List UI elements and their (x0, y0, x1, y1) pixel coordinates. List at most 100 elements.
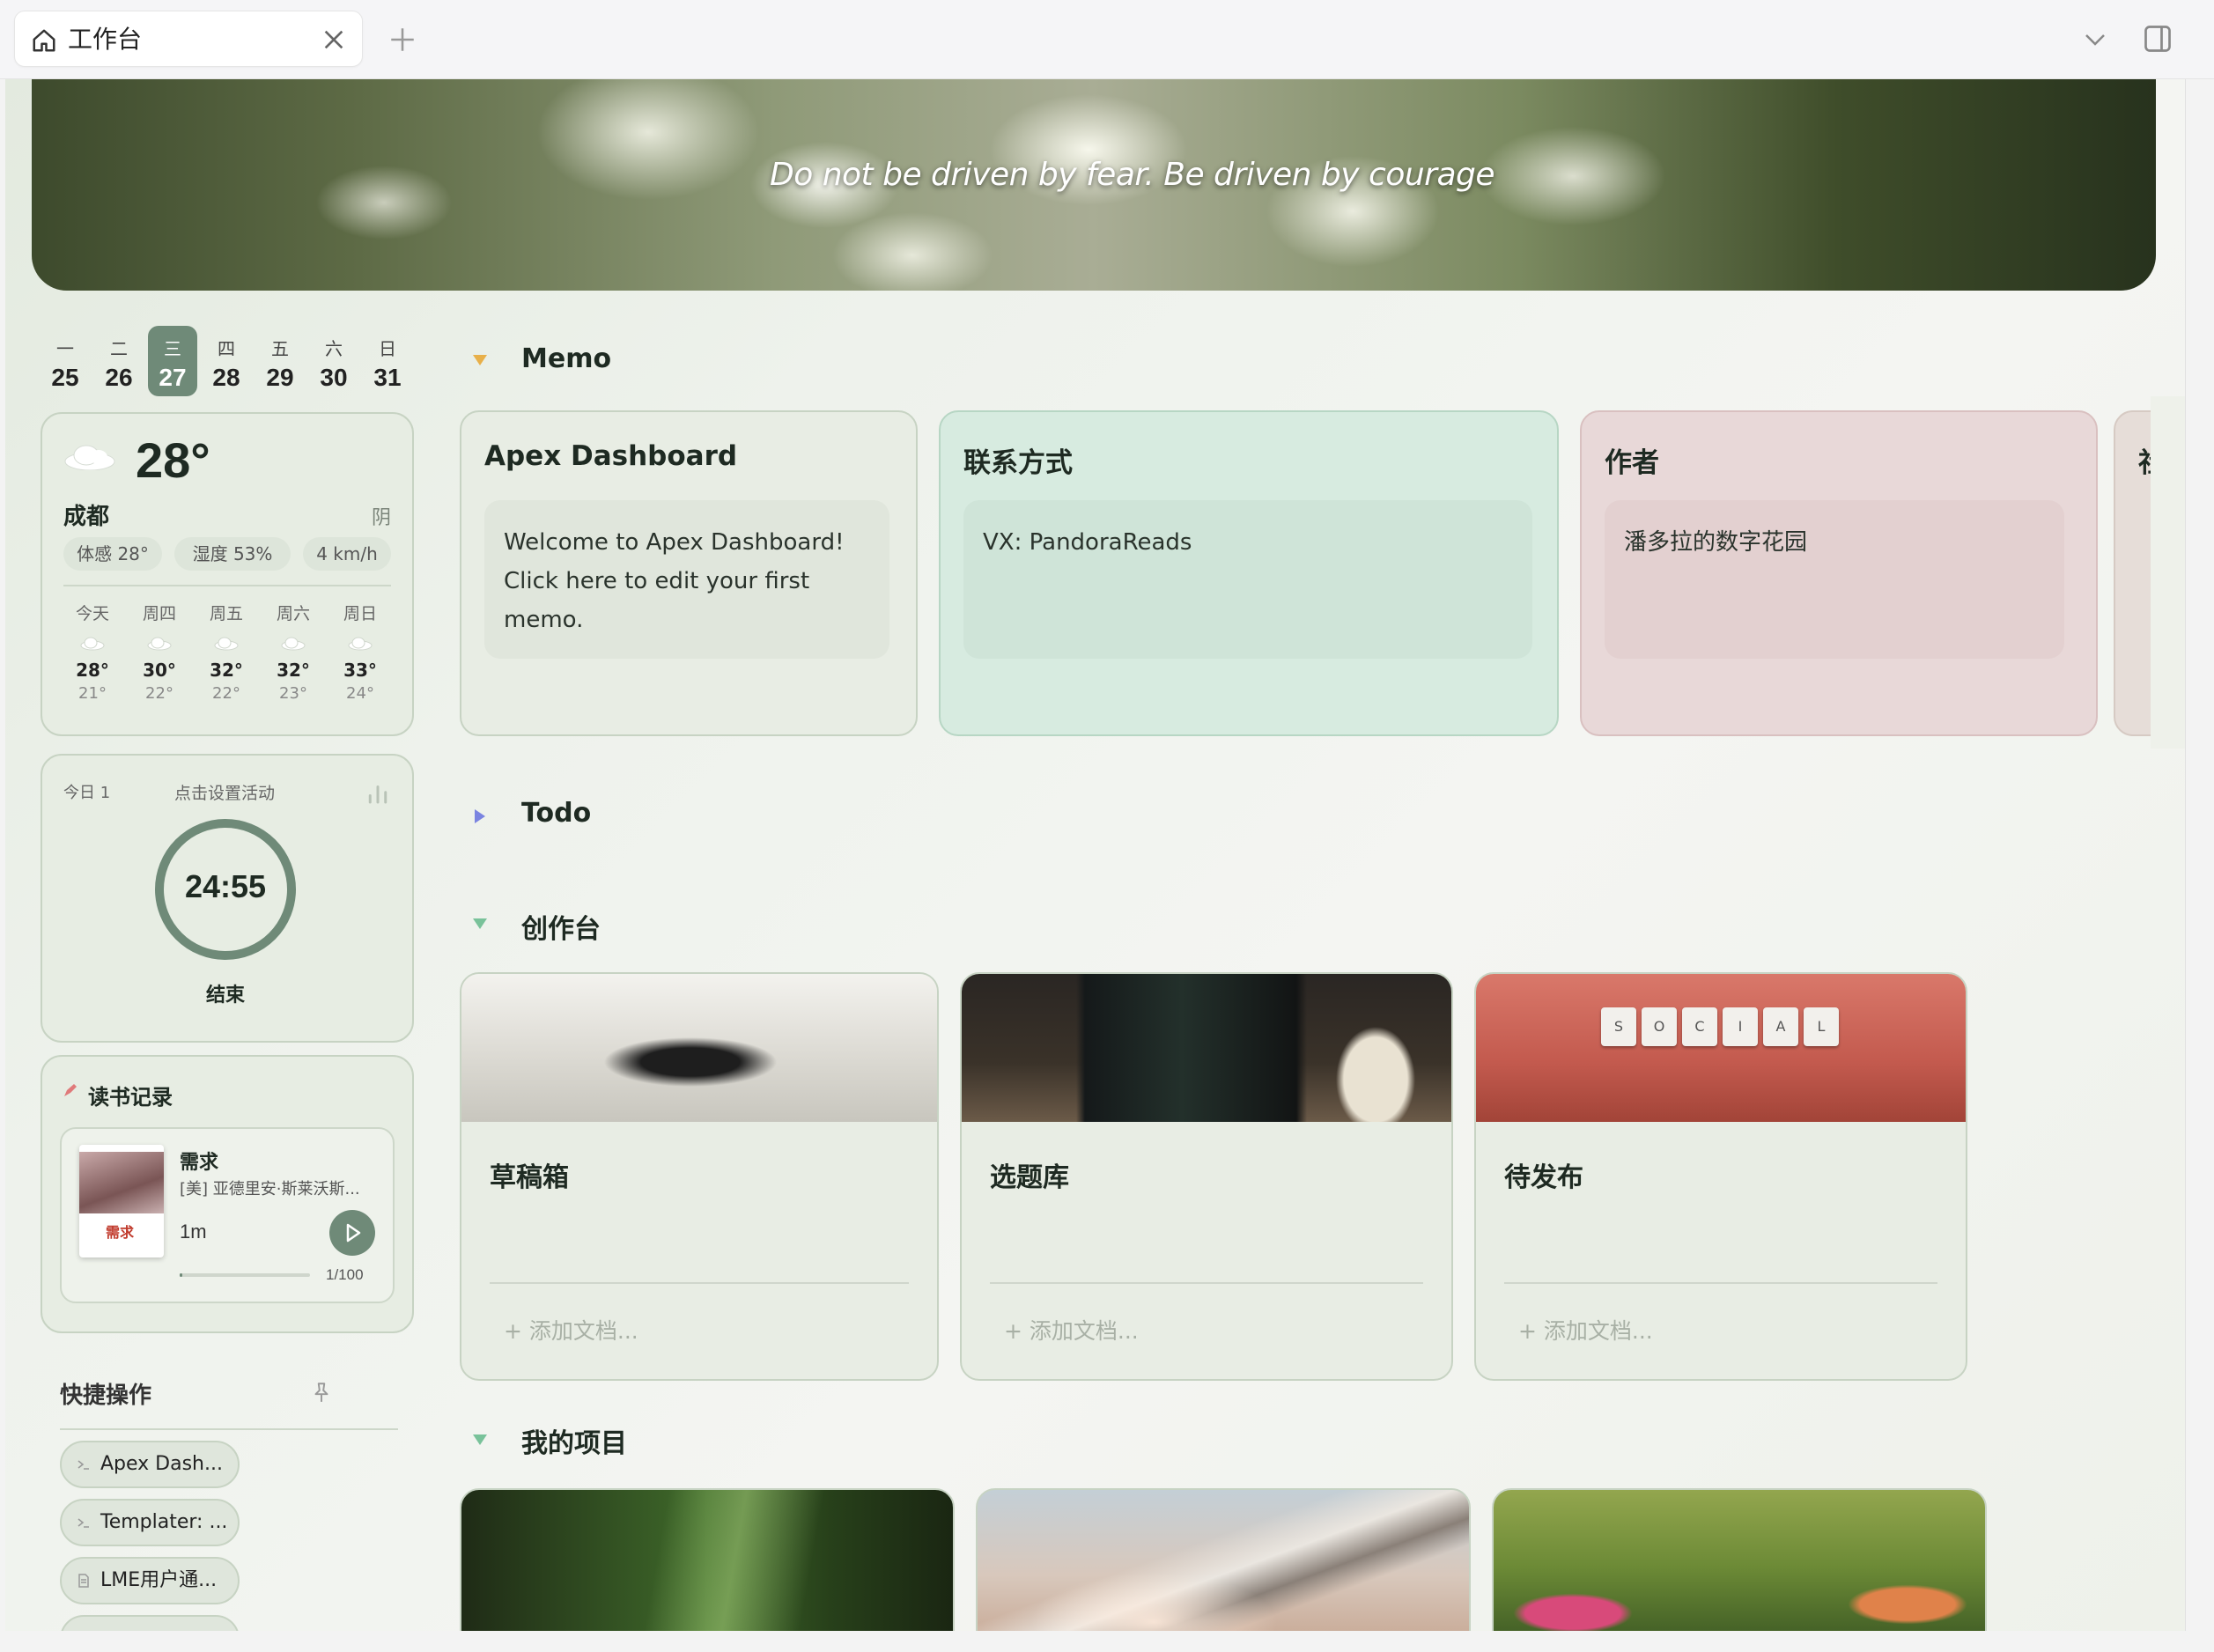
forecast-high: 28° (76, 660, 109, 681)
memo-body: 潘多拉的数字花园 (1605, 500, 2064, 659)
calendar-weekday: 四 (218, 338, 235, 359)
workbench-card-pending[interactable]: SOCIAL 待发布 + 添加文档... (1474, 972, 1967, 1381)
calendar-day[interactable]: 四 28 (202, 326, 251, 396)
timer-set-activity[interactable]: 点击设置活动 (174, 780, 275, 804)
forecast-high: 32° (277, 660, 310, 681)
calendar-day[interactable]: 六 30 (309, 326, 358, 396)
expand-arrow-icon[interactable] (470, 807, 490, 826)
plus-icon[interactable] (387, 25, 417, 55)
calendar-date: 29 (266, 364, 294, 391)
memo-card[interactable]: 联系方式 VX: PandoraReads (939, 410, 1559, 736)
forecast-low: 22° (212, 684, 240, 703)
memo-body: VX: PandoraReads (963, 500, 1532, 659)
weather-card[interactable]: 28° 成都 阴 体感 28° 湿度 53% 4 km/h 今天 28° 21° 周… (41, 412, 414, 736)
letter-tile: I (1723, 1007, 1758, 1046)
quick-action-button[interactable]: Apex Dash... (60, 1441, 240, 1488)
add-document-button[interactable]: + 添加文档... (1004, 1314, 1139, 1346)
book-cover-title: 需求 (106, 1224, 135, 1241)
quick-action-label: Apex Dash... (100, 1453, 223, 1475)
reading-progress-fill (180, 1273, 182, 1277)
memo-title: 作者 (1605, 447, 1659, 479)
divider (1504, 1282, 1937, 1284)
bar-chart-icon[interactable] (365, 780, 391, 807)
project-card-forest[interactable] (460, 1488, 955, 1631)
memo-card[interactable]: Apex Dashboard Welcome to Apex Dashboard… (460, 410, 918, 736)
sidebar-panel-icon[interactable] (2142, 23, 2173, 55)
home-icon (33, 29, 55, 52)
calendar-day[interactable]: 日 31 (363, 326, 412, 396)
memo-card[interactable]: 作者 潘多拉的数字花园 (1580, 410, 2098, 736)
calendar-day[interactable]: 五 29 (255, 326, 305, 396)
project-card-mountain[interactable] (976, 1488, 1471, 1631)
book-cover: 需求 (79, 1145, 164, 1257)
weather-wind: 4 km/h (303, 537, 391, 571)
book-entry[interactable]: 需求 需求 [美] 亚德里安·斯莱沃斯... 1m 1/100 (60, 1127, 395, 1303)
play-button[interactable] (329, 1210, 375, 1256)
workbench-card-topics[interactable]: 选题库 + 添加文档... (960, 972, 1453, 1381)
social-tiles-image: SOCIAL (1476, 974, 1966, 1122)
calendar-weekday: 一 (56, 338, 74, 359)
banner-quote: Do not be driven by fear. Be driven by c… (770, 157, 1495, 193)
add-document-button[interactable]: + 添加文档... (504, 1314, 638, 1346)
forecast-high: 33° (343, 660, 377, 681)
collapse-arrow-icon[interactable] (470, 914, 490, 933)
cloud-icon (80, 637, 105, 651)
cloud-icon (64, 445, 115, 470)
close-icon[interactable] (320, 26, 348, 54)
scroll-mask (2151, 396, 2185, 749)
pin-icon[interactable] (310, 1379, 333, 1405)
forecast-low: 23° (279, 684, 307, 703)
calendar-day[interactable]: 二 26 (94, 326, 144, 396)
laptop-coffee-image (962, 974, 1451, 1122)
section-title-projects: 我的项目 (521, 1428, 627, 1459)
book-cover-art (79, 1152, 164, 1213)
collapse-arrow-icon[interactable] (470, 1430, 490, 1449)
quick-action-button[interactable]: Templater: ... (60, 1499, 240, 1546)
forecast-low: 24° (346, 684, 374, 703)
forecast-low: 22° (145, 684, 173, 703)
divider (490, 1282, 909, 1284)
chevron-down-icon[interactable] (2082, 26, 2108, 53)
calendar-day[interactable]: 一 25 (41, 326, 90, 396)
forecast-day: 周六 32° 23° (262, 601, 324, 703)
workbench-card-drafts[interactable]: 草稿箱 + 添加文档... (460, 972, 939, 1381)
card-title: 选题库 (990, 1162, 1069, 1193)
calendar-date: 31 (373, 364, 402, 391)
week-calendar: 一 25 二 26 三 27 四 28 五 29 六 30 日 31 (41, 326, 428, 407)
focus-timer-card[interactable]: 今日 1 点击设置活动 24:55 结束 (41, 754, 414, 1043)
calendar-date: 27 (159, 364, 187, 391)
card-title: 草稿箱 (490, 1162, 569, 1193)
section-title-todo: Todo (521, 798, 592, 829)
quick-action-button[interactable] (60, 1615, 240, 1631)
reading-progress-text: 1/100 (326, 1266, 364, 1283)
weather-condition: 阴 (371, 507, 391, 529)
cloud-icon (348, 637, 373, 651)
memo-body: Welcome to Apex Dashboard! Click here to… (484, 500, 889, 659)
weather-feels-like: 体感 28° (63, 537, 162, 571)
quick-actions-title: 快捷操作 (60, 1383, 152, 1409)
typewriter-image (461, 974, 937, 1122)
calendar-date: 28 (212, 364, 240, 391)
calendar-day-today[interactable]: 三 27 (148, 326, 197, 396)
tab-workbench[interactable]: 工作台 (14, 11, 363, 67)
cloud-icon (214, 637, 239, 651)
weather-city: 成都 (63, 504, 110, 530)
forecast-day: 周五 32° 22° (196, 601, 257, 703)
project-card-garden[interactable] (1492, 1488, 1987, 1631)
forecast-label: 周五 (209, 604, 243, 623)
timer-end-button[interactable]: 结束 (155, 979, 296, 1007)
reading-title: 读书记录 (88, 1085, 173, 1110)
add-document-button[interactable]: + 添加文档... (1518, 1314, 1653, 1346)
forecast-label: 周日 (343, 604, 377, 623)
cloud-icon (147, 637, 172, 651)
letter-tile: C (1682, 1007, 1717, 1046)
document-icon (78, 1574, 89, 1588)
book-author: [美] 亚德里安·斯莱沃斯... (180, 1180, 360, 1198)
forecast-day: 今天 28° 21° (62, 601, 123, 703)
forecast-label: 周四 (142, 604, 176, 623)
forecast-label: 周六 (276, 604, 310, 623)
quick-action-label: LME用户通... (100, 1569, 218, 1591)
quick-action-button[interactable]: LME用户通... (60, 1557, 240, 1604)
collapse-arrow-icon[interactable] (470, 350, 490, 370)
letter-tile: A (1763, 1007, 1798, 1046)
